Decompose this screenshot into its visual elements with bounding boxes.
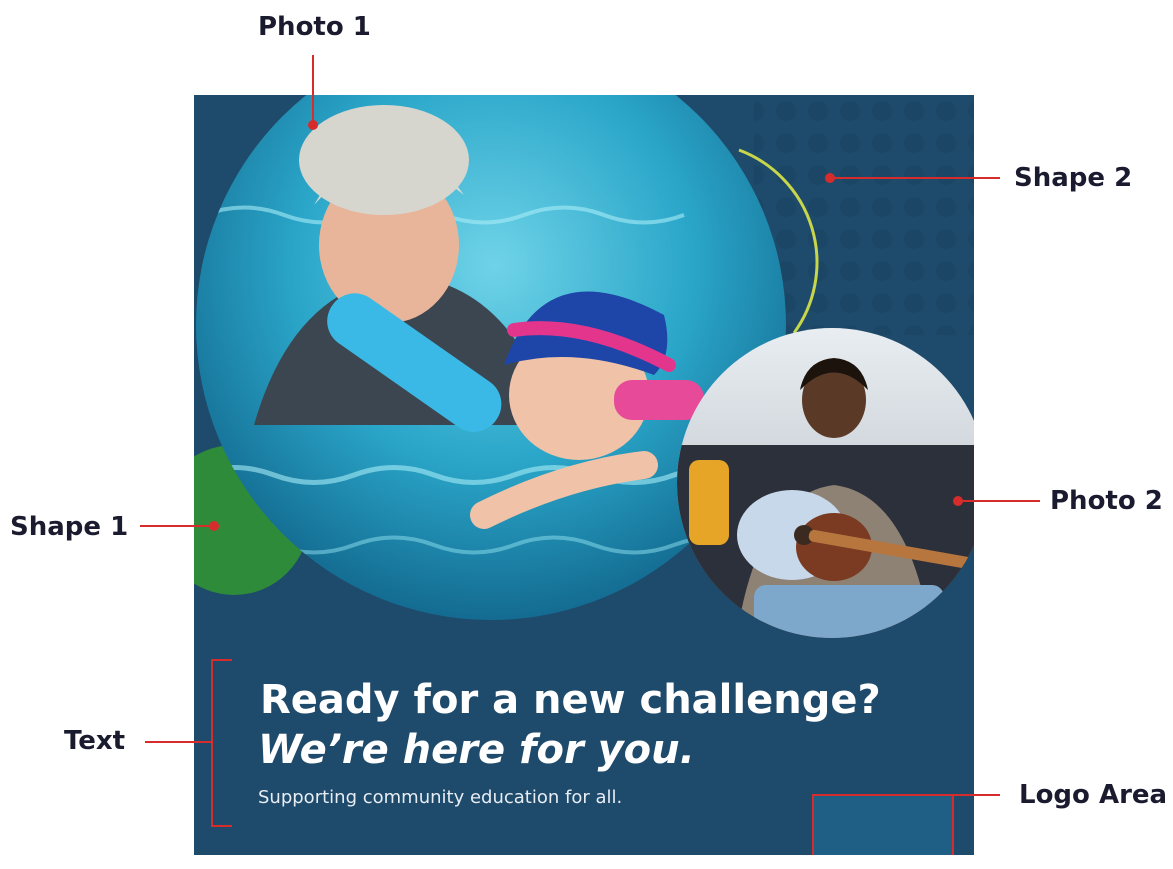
- callout-shape-1: Shape 1: [10, 512, 129, 542]
- callout-photo-1: Photo 1: [258, 12, 371, 42]
- callout-text: Text: [64, 726, 126, 756]
- dot-texture: [754, 95, 974, 335]
- logo-area-box: [812, 794, 954, 855]
- poster-mockup: Ready for a new challenge? We’re here fo…: [194, 95, 974, 855]
- poster-headline: Ready for a new challenge?: [260, 677, 881, 723]
- callout-photo-2: Photo 2: [1050, 486, 1163, 516]
- callout-shape-2: Shape 2: [1014, 163, 1133, 193]
- callout-logo-area: Logo Area: [1019, 780, 1168, 810]
- poster-subline: Supporting community education for all.: [258, 787, 623, 808]
- poster-headline-italic: We’re here for you.: [258, 727, 695, 773]
